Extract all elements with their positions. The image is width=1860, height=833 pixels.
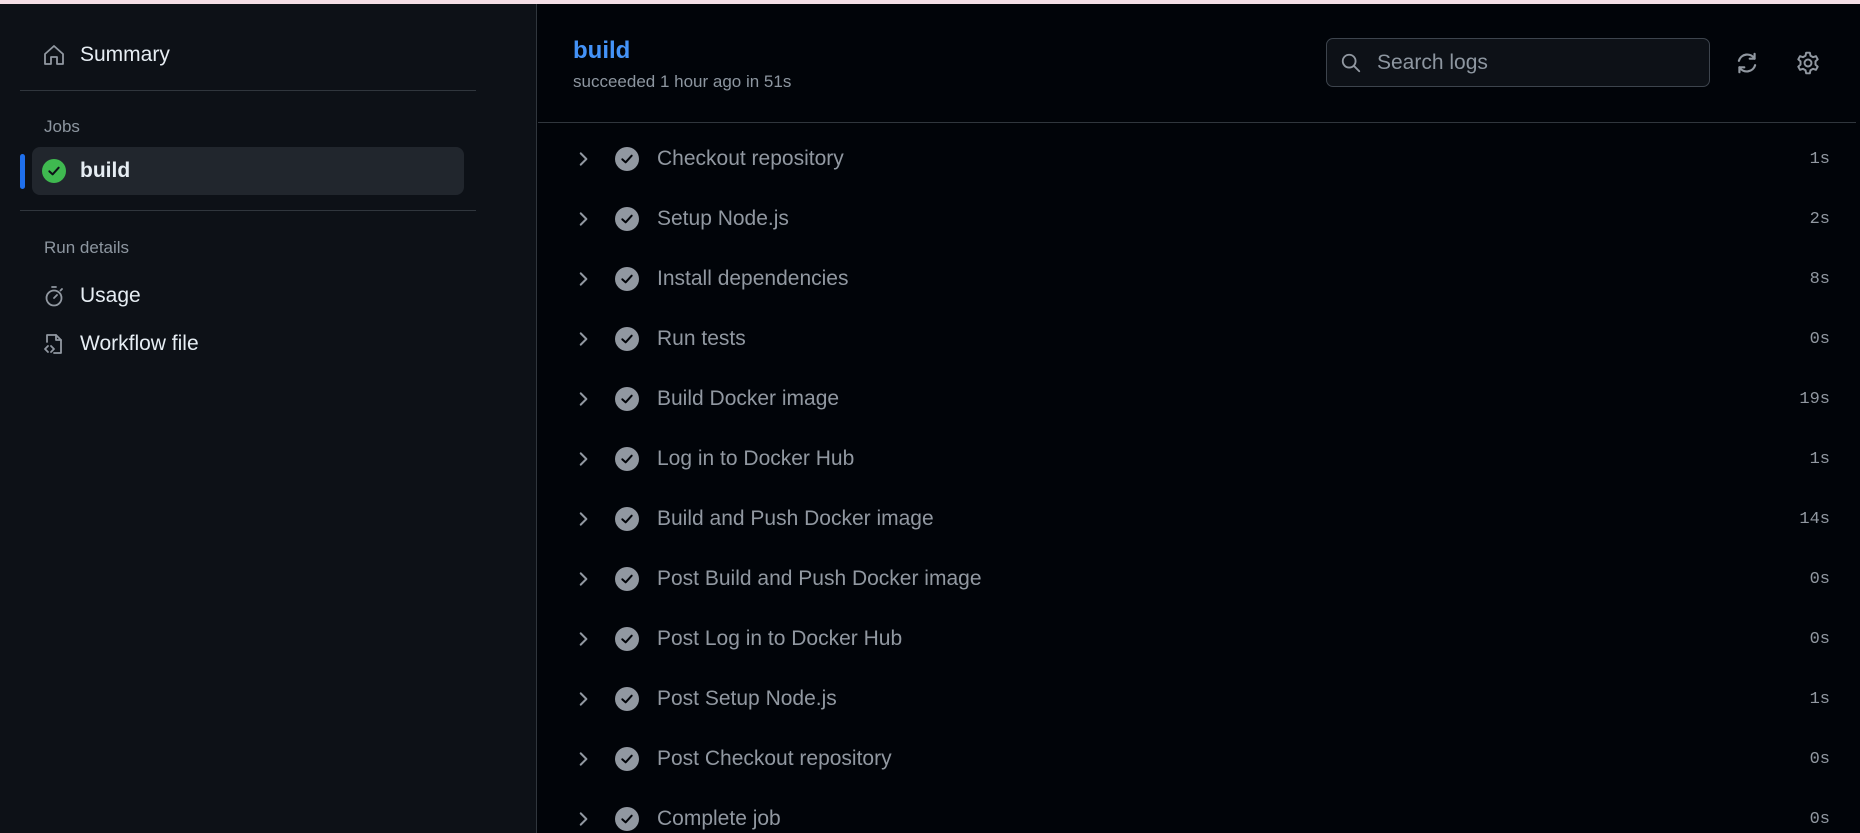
sidebar-divider <box>20 90 476 91</box>
steps-list: Checkout repository 1s Setup Node.js 2s Inst… <box>538 129 1856 833</box>
job-header: build succeeded 1 hour ago in 51s <box>538 4 1856 123</box>
step-duration: 2s <box>1809 209 1830 229</box>
chevron-right-icon[interactable] <box>574 510 592 528</box>
chevron-right-icon[interactable] <box>574 270 592 288</box>
refresh-icon <box>1737 52 1757 74</box>
step-duration: 0s <box>1809 329 1830 349</box>
chevron-right-icon[interactable] <box>574 570 592 588</box>
step-row[interactable]: Setup Node.js 2s <box>538 189 1856 249</box>
chevron-right-icon[interactable] <box>574 450 592 468</box>
step-row[interactable]: Complete job 0s <box>538 789 1856 833</box>
step-name: Post Log in to Docker Hub <box>657 627 903 650</box>
sidebar-item-label: Workflow file <box>80 332 199 355</box>
step-row[interactable]: Build Docker image 19s <box>538 369 1856 429</box>
stopwatch-icon <box>42 284 66 308</box>
step-duration: 1s <box>1809 689 1830 709</box>
step-name: Log in to Docker Hub <box>657 447 855 470</box>
file-code-icon <box>42 332 66 356</box>
step-duration: 0s <box>1809 809 1830 829</box>
chevron-right-icon[interactable] <box>574 330 592 348</box>
step-success-icon <box>615 807 639 831</box>
settings-button[interactable] <box>1793 48 1823 78</box>
sidebar-item-summary[interactable]: Summary <box>32 35 170 75</box>
step-name: Post Checkout repository <box>657 747 892 770</box>
step-success-icon <box>615 687 639 711</box>
step-duration: 1s <box>1809 449 1830 469</box>
step-duration: 19s <box>1799 389 1830 409</box>
step-duration: 0s <box>1809 749 1830 769</box>
step-success-icon <box>615 447 639 471</box>
active-job-indicator <box>20 154 25 189</box>
jobs-heading: Jobs <box>44 117 80 136</box>
step-row[interactable]: Log in to Docker Hub 1s <box>538 429 1856 489</box>
chevron-right-icon[interactable] <box>574 630 592 648</box>
step-name: Build and Push Docker image <box>657 507 934 530</box>
sidebar-divider <box>20 210 476 211</box>
step-success-icon <box>615 327 639 351</box>
step-name: Post Setup Node.js <box>657 687 837 710</box>
step-duration: 0s <box>1809 569 1830 589</box>
job-log-panel: build succeeded 1 hour ago in 51s Search… <box>538 4 1856 833</box>
search-icon <box>1339 51 1363 75</box>
sidebar-item-label: Summary <box>80 43 170 66</box>
step-success-icon <box>615 147 639 171</box>
job-title[interactable]: build <box>573 37 630 65</box>
refresh-button[interactable] <box>1732 48 1762 78</box>
step-name: Setup Node.js <box>657 207 789 230</box>
step-duration: 8s <box>1809 269 1830 289</box>
home-icon <box>42 43 66 67</box>
step-name: Install dependencies <box>657 267 849 290</box>
sidebar-item-label: Usage <box>80 284 141 307</box>
step-row[interactable]: Post Build and Push Docker image 0s <box>538 549 1856 609</box>
step-row[interactable]: Install dependencies 8s <box>538 249 1856 309</box>
gear-icon <box>1797 51 1819 75</box>
step-row[interactable]: Post Log in to Docker Hub 0s <box>538 609 1856 669</box>
search-logs-input[interactable] <box>1375 49 1695 76</box>
workflow-run-page: Summary Jobs build Run details Usage Wor… <box>0 0 1860 833</box>
step-duration: 1s <box>1809 149 1830 169</box>
step-duration: 0s <box>1809 629 1830 649</box>
sidebar-item-workflow-file[interactable]: Workflow file <box>32 324 199 364</box>
chevron-right-icon[interactable] <box>574 690 592 708</box>
chevron-right-icon[interactable] <box>574 210 592 228</box>
job-label: build <box>80 159 131 182</box>
search-logs-box <box>1326 38 1710 87</box>
step-row[interactable]: Checkout repository 1s <box>538 129 1856 189</box>
step-success-icon <box>615 267 639 291</box>
sidebar-item-usage[interactable]: Usage <box>32 276 141 316</box>
chevron-right-icon[interactable] <box>574 750 592 768</box>
step-name: Checkout repository <box>657 147 844 170</box>
step-row[interactable]: Run tests 0s <box>538 309 1856 369</box>
step-success-icon <box>615 507 639 531</box>
step-name: Post Build and Push Docker image <box>657 567 982 590</box>
step-row[interactable]: Post Checkout repository 0s <box>538 729 1856 789</box>
run-details-heading: Run details <box>44 238 130 257</box>
sidebar-item-job-build[interactable]: build <box>32 147 464 195</box>
step-success-icon <box>615 567 639 591</box>
step-success-icon <box>615 387 639 411</box>
chevron-right-icon[interactable] <box>574 390 592 408</box>
step-name: Complete job <box>657 807 781 830</box>
step-row[interactable]: Post Setup Node.js 1s <box>538 669 1856 729</box>
step-name: Run tests <box>657 327 746 350</box>
success-check-icon <box>42 159 66 183</box>
step-success-icon <box>615 627 639 651</box>
step-row[interactable]: Build and Push Docker image 14s <box>538 489 1856 549</box>
sidebar: Summary Jobs build Run details Usage Wor… <box>0 4 537 833</box>
step-success-icon <box>615 747 639 771</box>
job-status-text: succeeded 1 hour ago in 51s <box>573 72 792 91</box>
chevron-right-icon[interactable] <box>574 810 592 828</box>
chevron-right-icon[interactable] <box>574 150 592 168</box>
step-success-icon <box>615 207 639 231</box>
step-name: Build Docker image <box>657 387 840 410</box>
step-duration: 14s <box>1799 509 1830 529</box>
